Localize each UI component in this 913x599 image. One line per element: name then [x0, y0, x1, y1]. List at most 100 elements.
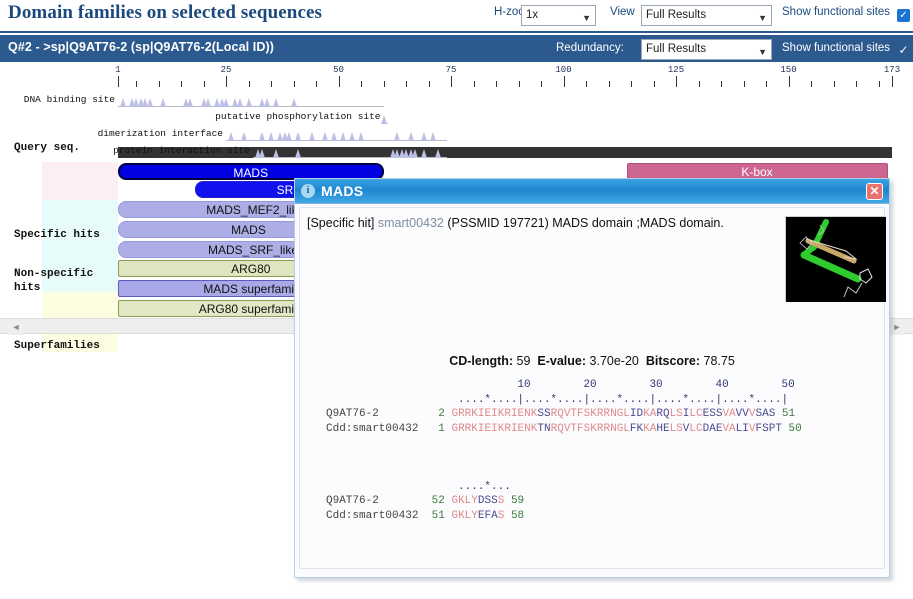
functional-site-marker	[421, 149, 427, 158]
accession-link[interactable]: smart00432	[378, 216, 444, 230]
functional-site-row[interactable]: dimerization interface	[98, 128, 447, 142]
query-title: Q#2 - >sp|Q9AT76-2 (sp|Q9AT76-2(Local ID…	[8, 40, 275, 54]
functional-site-label: putative phosphorylation site	[215, 111, 381, 122]
functional-site-marker	[272, 149, 279, 158]
domain-hit-label: ARG80	[231, 262, 271, 276]
scroll-right-arrow-icon[interactable]: ►	[889, 319, 905, 335]
redundancy-select[interactable]: Full Results ▼	[641, 39, 772, 60]
functional-site-marker	[119, 98, 126, 107]
show-functional-sites-label-top: Show functional sites	[782, 6, 891, 18]
evalue-value: 3.70e-20	[589, 354, 639, 368]
ruler-minor-tick	[698, 81, 700, 87]
ruler-minor-tick	[721, 81, 722, 87]
ruler-tick	[338, 76, 340, 87]
ruler-minor-tick	[653, 81, 655, 87]
show-functional-sites-label-query: Show functional sites	[782, 42, 891, 54]
functional-site-marker	[331, 132, 337, 141]
hzoom-value: 1x	[526, 9, 539, 21]
ruler-minor-tick	[136, 81, 137, 87]
functional-site-marker	[358, 132, 364, 141]
hit-type-prefix: [Specific hit]	[307, 216, 378, 230]
close-icon[interactable]: ✕	[866, 183, 883, 200]
ruler-tick-label: 173	[883, 65, 901, 75]
ruler-minor-tick	[383, 81, 385, 87]
ruler-tick	[451, 76, 452, 87]
functional-site-marker	[421, 132, 427, 141]
view-select[interactable]: Full Results ▼	[641, 5, 772, 26]
ruler-tick	[676, 76, 677, 87]
ruler-minor-tick	[293, 81, 295, 87]
hzoom-select[interactable]: 1x ▼	[521, 5, 596, 26]
ruler-minor-tick	[878, 81, 880, 87]
functional-site-marker	[349, 132, 355, 141]
functional-site-marker	[290, 98, 297, 107]
functional-site-marker	[146, 98, 153, 107]
view-label: View	[610, 6, 635, 18]
ruler-minor-tick	[631, 81, 632, 87]
ruler-minor-tick	[833, 81, 835, 87]
functional-site-marker	[259, 132, 265, 141]
functional-site-marker	[236, 98, 243, 107]
redundancy-label: Redundancy:	[556, 42, 624, 54]
ruler-tick-label: 150	[780, 65, 797, 75]
show-functional-sites-checkbox-top[interactable]: ✓	[897, 9, 910, 22]
bitscore-value: 78.75	[703, 354, 735, 368]
functional-site-marker	[272, 98, 279, 107]
functional-site-marker	[187, 98, 193, 107]
hit-category-label: Superfamilies	[14, 340, 100, 352]
popup-title-bar: i MADS ✕	[295, 179, 889, 204]
cdd-results-page: Domain families on selected sequences H-…	[0, 0, 913, 599]
ruler-minor-tick	[856, 81, 857, 87]
ruler-tick-label: 125	[667, 65, 685, 75]
domain-detail-popup: i MADS ✕ [Specific hit] smart00432 (PSSM…	[294, 178, 890, 578]
functional-site-row[interactable]: DNA binding site	[24, 94, 384, 108]
structure-thumbnail[interactable]	[785, 216, 886, 302]
functional-site-marker	[205, 98, 211, 107]
hit-category-label: Specific hits	[14, 229, 100, 241]
ruler-minor-tick	[248, 81, 250, 87]
domain-hit-label: MADS superfamily	[203, 282, 303, 296]
ruler-minor-tick	[743, 81, 745, 87]
domain-hit-label: MADS_MEF2_like	[206, 203, 305, 217]
cd-length-value: 59	[516, 354, 531, 368]
show-functional-sites-checkbox-query[interactable]: ✓	[897, 44, 910, 57]
ruler-tick-label: 25	[220, 65, 232, 75]
ruler-minor-tick	[271, 81, 272, 87]
ruler-minor-tick	[496, 81, 497, 87]
sequence-ruler: 1 25 50 75 100 125 150 173	[115, 65, 900, 89]
functional-site-marker	[430, 132, 436, 141]
query-header-bar: Q#2 - >sp|Q9AT76-2 (sp|Q9AT76-2(Local ID…	[0, 35, 913, 62]
ruler-minor-tick	[608, 81, 610, 87]
hit-category-band	[42, 162, 118, 200]
ruler-tick-label: 1	[115, 65, 121, 75]
domain-hit-label: ARG80 superfamily	[198, 302, 303, 316]
scroll-left-arrow-icon[interactable]: ◄	[8, 319, 24, 335]
domain-hit-label: K-box	[741, 165, 773, 179]
functional-site-row[interactable]: protein interaction site	[113, 145, 447, 159]
functional-site-marker	[308, 132, 315, 141]
functional-site-marker	[394, 132, 400, 141]
hit-category-label: Non-specific hits	[14, 268, 94, 294]
functional-site-marker	[241, 132, 247, 141]
ruler-minor-tick	[541, 81, 542, 87]
ruler-minor-tick	[766, 81, 767, 87]
ruler-tick-label: 75	[445, 65, 457, 75]
functional-site-marker	[245, 98, 252, 107]
page-title: Domain families on selected sequences	[8, 2, 322, 23]
functional-site-label: dimerization interface	[97, 128, 223, 139]
ruler-tick	[892, 76, 893, 87]
functional-site-marker	[295, 149, 301, 158]
popup-body: [Specific hit] smart00432 (PSSMID 197721…	[299, 207, 886, 569]
query-seq-label: Query seq.	[14, 142, 81, 154]
ruler-tick	[118, 76, 119, 87]
functional-site-marker	[434, 149, 441, 158]
functional-site-marker	[263, 98, 270, 107]
functional-site-marker	[223, 98, 229, 107]
alignment-stats: CD-length: 59 E-value: 3.70e-20 Bitscore…	[300, 354, 884, 368]
bitscore-label: Bitscore:	[645, 354, 701, 368]
ruler-minor-tick	[316, 81, 317, 87]
info-icon: i	[301, 184, 315, 198]
ruler-tick	[788, 76, 790, 87]
functional-site-row[interactable]: putative phosphorylation site	[215, 111, 388, 125]
functional-site-marker	[380, 115, 387, 124]
